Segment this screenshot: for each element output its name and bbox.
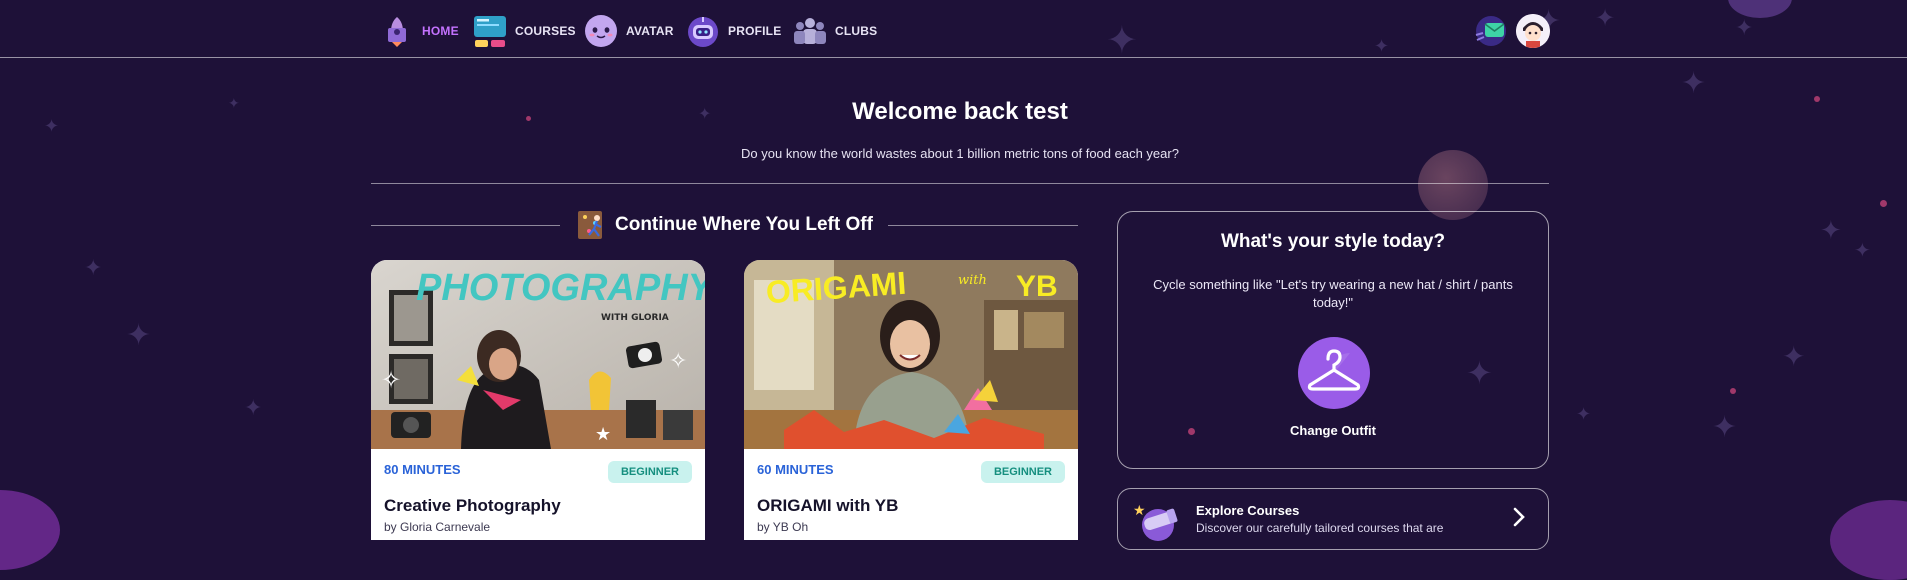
avatar [1516, 14, 1550, 48]
style-panel-description: Cycle something like "Let's try wearing … [1153, 277, 1513, 310]
course-level-badge: BEGINNER [980, 461, 1065, 483]
clubs-people-icon [794, 18, 826, 44]
sparkle-decoration: ✦ [1854, 238, 1871, 262]
chevron-right-icon [1513, 507, 1525, 527]
user-avatar-button[interactable] [1516, 14, 1550, 48]
thumb-subtitle: WITH GLORIA [601, 313, 669, 323]
nav-label-avatar: AVATAR [626, 24, 674, 38]
course-duration: 80 MINUTES [384, 462, 461, 477]
climber-icon [578, 211, 602, 239]
course-title: ORIGAMI with YB [757, 496, 899, 515]
thumb-name: YB [1016, 270, 1058, 303]
style-panel-title: What's your style today? [1220, 231, 1446, 252]
planet-decoration [0, 490, 60, 570]
nav-item-avatar[interactable]: AVATAR [584, 14, 674, 48]
sparkle-decoration: ✦ [1712, 410, 1738, 445]
section-title: Continue Where You Left Off [615, 214, 873, 235]
planet-decoration [1830, 500, 1907, 580]
telescope-icon: ★ [1133, 503, 1178, 541]
home-rocket-icon [388, 17, 406, 47]
avatar-face-icon [585, 15, 617, 47]
welcome-title: Welcome back test [852, 98, 1068, 125]
svg-text:★: ★ [1133, 503, 1146, 519]
svg-text:✧: ✧ [381, 366, 401, 394]
nav-item-clubs[interactable]: CLUBS [793, 14, 877, 48]
nav-item-home[interactable]: HOME [380, 14, 459, 48]
fun-fact-text: Do you know the world wastes about 1 bil… [741, 146, 1179, 161]
course-level-badge: BEGINNER [607, 461, 692, 483]
section-divider-right [888, 225, 1078, 226]
explore-courses-card[interactable]: ★ Explore Courses Discover our carefully… [1117, 488, 1549, 550]
course-duration: 60 MINUTES [757, 462, 834, 477]
sparkle-decoration: ✦ [1681, 66, 1707, 101]
svg-text:★: ★ [595, 424, 611, 445]
nav-label-profile: PROFILE [728, 24, 782, 38]
profile-robot-icon [688, 17, 718, 47]
sparkle-decoration: ✦ [84, 256, 103, 281]
sparkle-decoration: ✦ [244, 396, 263, 421]
course-author: by Gloria Carnevale [384, 520, 491, 534]
course-card-photography[interactable]: PHOTOGRAPHY WITH GLORIA ✧ ✧ ★ 80 MINUTES… [371, 260, 705, 540]
nav-label-home: HOME [422, 24, 459, 38]
star-dot [1880, 200, 1887, 207]
course-thumbnail: PHOTOGRAPHY WITH GLORIA ✧ ✧ ★ [371, 260, 705, 449]
course-author: by YB Oh [757, 520, 809, 534]
top-navigation: HOME COURSES AVATAR PROFILE CLUBS [0, 0, 1907, 58]
sparkle-decoration: ✦ [1782, 340, 1806, 373]
thumb-with: with [958, 273, 987, 288]
explore-title: Explore Courses [1196, 503, 1300, 518]
nav-item-courses[interactable]: COURSES [473, 14, 576, 48]
sparkle-decoration: ✦ [1820, 216, 1842, 246]
course-thumbnail: ORIGAMI with YB [744, 260, 1078, 449]
continue-section-header: Continue Where You Left Off [577, 208, 873, 242]
messages-button[interactable] [1474, 15, 1508, 47]
thumb-title: PHOTOGRAPHY [416, 267, 705, 309]
svg-text:✧: ✧ [669, 349, 687, 374]
section-divider-left [371, 225, 560, 226]
style-today-panel: What's your style today? Cycle something… [1117, 211, 1549, 469]
nav-label-clubs: CLUBS [835, 24, 878, 38]
sparkle-decoration: ✦ [126, 318, 152, 353]
divider [371, 183, 1549, 184]
hanger-icon[interactable] [1298, 337, 1370, 409]
courses-icon [474, 16, 506, 47]
change-outfit-button[interactable]: Change Outfit [1118, 423, 1548, 438]
course-card-origami[interactable]: ORIGAMI with YB 60 MINUTES BEGINNER ORIG… [744, 260, 1078, 540]
nav-item-profile[interactable]: PROFILE [686, 14, 781, 48]
explore-description: Discover our carefully tailored courses … [1196, 521, 1444, 535]
course-title: Creative Photography [384, 496, 561, 515]
sparkle-decoration: ✦ [1576, 404, 1592, 425]
star-dot [1730, 388, 1736, 394]
nav-label-courses: COURSES [515, 24, 576, 38]
